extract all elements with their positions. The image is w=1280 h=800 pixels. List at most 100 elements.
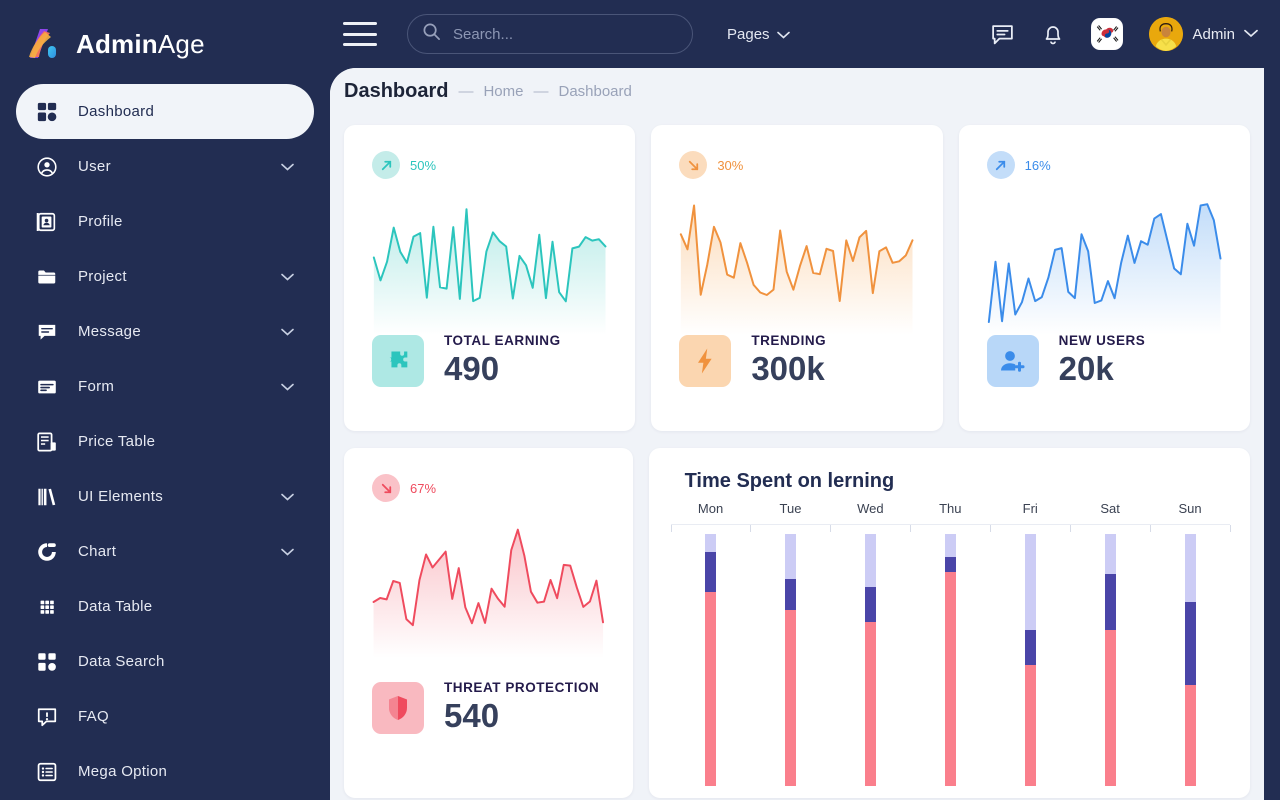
stat-sparkline [651,185,942,335]
brand[interactable]: AdminAge [0,0,330,72]
user-circle-icon [34,154,60,180]
chart-bar-segment [1104,534,1116,575]
chart-bar-segment [864,586,876,623]
sidebar-item-chart[interactable]: Chart [16,524,314,579]
chart-stacked-bar [944,534,956,786]
chart-bar-segment [1104,629,1116,786]
sidebar-item-label: User [78,158,111,175]
chevron-down-icon[interactable] [281,543,294,561]
sidebar-item-label: Profile [78,213,123,230]
main-content: Dashboard — Home — Dashboard 50% Total E… [330,68,1264,800]
chart-bar-column [1150,534,1230,786]
chart-stacked-bar [1104,534,1116,786]
stat-percent: 16% [1024,157,1051,173]
chart-bar-segment [705,534,717,552]
stat-card-threat-protection: 67% Threat Protection 540 [344,448,633,798]
sidebar-item-form[interactable]: Form [16,359,314,414]
stat-summary: New Users 20k [986,333,1146,389]
dashboard-grid: 50% Total Earning 490 30% [330,114,1264,798]
chart-bar-column [751,534,831,786]
sidebar-item-mega-option[interactable]: Mega Option [16,744,314,799]
chevron-down-icon[interactable] [281,158,294,176]
chart-axis-tick [670,525,672,532]
chevron-down-icon[interactable] [281,268,294,286]
id-card-icon [34,209,60,235]
price-table-icon [34,429,60,455]
chevron-down-icon[interactable] [281,378,294,396]
stat-card-trending: 30% Trending 300k [651,125,943,431]
messages-chat-icon[interactable] [990,22,1015,47]
chart-stacked-bar [1024,534,1036,786]
chart-axis [670,524,1231,534]
topbar-actions: Admin [990,17,1280,51]
sidebar-item-dashboard[interactable]: Dashboard [16,84,314,139]
chart-axis-tick [1150,525,1152,532]
topbar: Pages [330,0,1280,68]
trend-up-icon [986,151,1015,179]
faq-icon [34,704,60,730]
korea-flag-icon[interactable] [1091,18,1124,50]
sidebar-item-faq[interactable]: FAQ [16,689,314,744]
stat-value: 20k [1058,350,1114,388]
chart-x-label: Fri [1022,501,1038,516]
chart-axis-tick [830,525,832,532]
breadcrumb: Dashboard — Home — Dashboard [330,68,1264,114]
trend-up-icon [372,151,400,179]
chart-stacked-bar [705,534,717,786]
sidebar-item-data-search[interactable]: Data Search [16,634,314,689]
sidebar-item-ui-elements[interactable]: UI Elements [16,469,314,524]
stat-trend: 16% [959,125,1250,179]
stat-percent: 30% [717,157,744,173]
sidebar-item-label: Form [78,378,115,395]
sidebar-item-project[interactable]: Project [16,249,314,304]
sidebar-item-message[interactable]: Message [16,304,314,359]
stat-trend: 30% [651,125,942,179]
chart-x-labels: Mon Tue Wed Thu Fri Sat Sun [671,501,1230,516]
stat-label: Threat Protection [444,680,600,696]
pages-dropdown[interactable]: Pages [727,26,790,43]
sidebar-item-data-table[interactable]: Data Table [16,579,314,634]
puzzle-icon [372,335,424,388]
grid-icon [34,99,60,125]
chart-x-label: Mon [697,501,724,516]
chat-icon [34,319,60,345]
sidebar-item-price-table[interactable]: Price Table [16,414,314,469]
chevron-down-icon[interactable] [281,488,294,506]
sidebar-item-user[interactable]: User [16,139,314,194]
chevron-down-icon[interactable] [281,323,294,341]
stat-value: 490 [444,350,500,388]
search-icon [422,22,441,46]
stat-card-row-2: 67% Threat Protection 540 Time Spent on … [344,448,1250,798]
sidebar-item-label: Data Table [78,598,153,615]
sidebar-item-profile[interactable]: Profile [16,194,314,249]
bolt-icon [679,335,732,388]
chart-bar-segment [1184,534,1196,603]
chart-bar-segment [784,579,796,610]
avatar [1149,17,1184,51]
chart-bar-segment [784,534,796,580]
chart-axis-tick [1070,525,1072,532]
user-menu[interactable]: Admin [1149,17,1258,51]
chart-bar-segment [705,551,717,592]
chart-bar-segment [944,571,956,786]
notifications-bell-icon[interactable] [1041,22,1065,47]
chart-axis-tick [910,525,912,532]
list-box-icon [34,759,60,785]
chart-axis-tick [750,525,752,532]
chart-plot-area: Mon Tue Wed Thu Fri Sat Sun [670,501,1231,791]
stat-sparkline [344,508,633,658]
search-input[interactable] [453,25,663,43]
stat-value: 540 [444,697,500,735]
sidebar-item-label: Dashboard [78,103,155,120]
search-box[interactable] [407,14,693,54]
breadcrumb-home-link[interactable]: Home [483,83,523,100]
chevron-down-icon [776,26,790,43]
folder-icon [34,264,60,290]
trend-down-icon [679,151,708,179]
trend-down-icon [372,474,400,502]
menu-toggle-hamburger-icon[interactable] [343,22,377,46]
chart-stacked-bar [864,534,876,786]
sidebar-item-label: Price Table [78,433,156,450]
user-plus-icon [986,335,1039,388]
page-title: Dashboard [344,79,449,102]
